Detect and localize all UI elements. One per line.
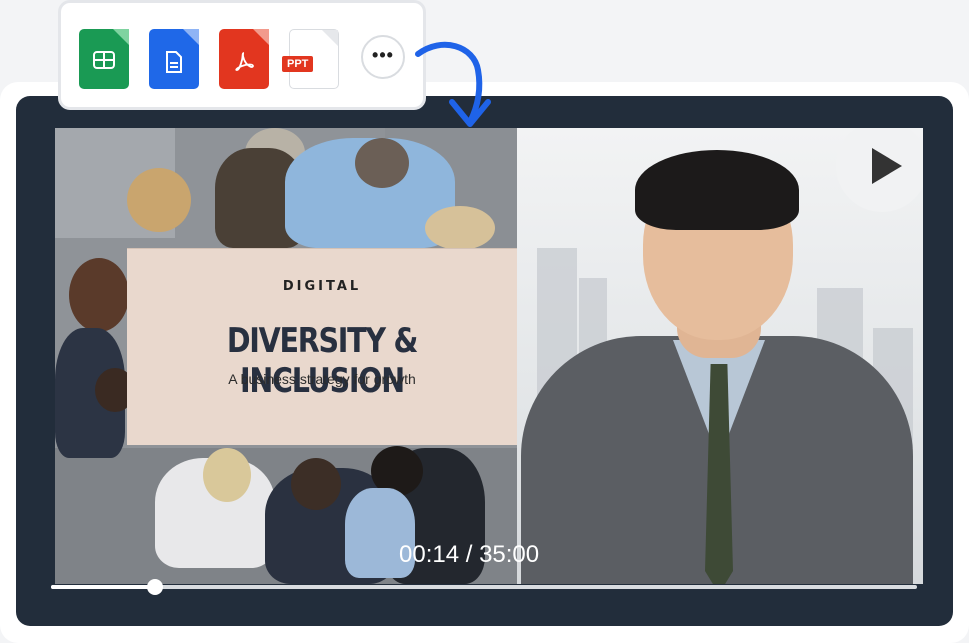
video-player[interactable]: DIGITAL DIVERSITY & INCLUSION A business… bbox=[16, 96, 953, 626]
video-frame[interactable]: DIGITAL DIVERSITY & INCLUSION A business… bbox=[55, 128, 923, 584]
progress-fill bbox=[51, 585, 155, 589]
spreadsheet-icon bbox=[79, 51, 129, 73]
sheets-file-button[interactable] bbox=[79, 29, 129, 89]
more-icon: ••• bbox=[372, 45, 394, 65]
document-icon bbox=[149, 51, 199, 77]
curved-arrow-icon bbox=[415, 41, 491, 127]
time-display: 00:14 / 35:00 bbox=[399, 541, 540, 568]
slide-brand: DIGITAL bbox=[282, 279, 362, 294]
more-button[interactable]: ••• bbox=[361, 35, 405, 79]
progress-handle[interactable] bbox=[146, 579, 163, 595]
docs-file-button[interactable] bbox=[149, 29, 199, 89]
slide-card: DIGITAL DIVERSITY & INCLUSION A business… bbox=[127, 248, 517, 445]
progress-bar[interactable] bbox=[51, 579, 917, 595]
slide-subtitle: A business strategy for growth bbox=[228, 371, 416, 387]
play-icon bbox=[872, 148, 902, 184]
file-type-picker: PPT ••• bbox=[58, 0, 426, 110]
ppt-file-button[interactable]: PPT bbox=[282, 29, 339, 89]
pdf-file-button[interactable] bbox=[219, 29, 269, 89]
ppt-label: PPT bbox=[282, 56, 314, 72]
pdf-icon bbox=[219, 51, 269, 75]
slide-title: DIVERSITY & INCLUSION bbox=[226, 321, 419, 401]
